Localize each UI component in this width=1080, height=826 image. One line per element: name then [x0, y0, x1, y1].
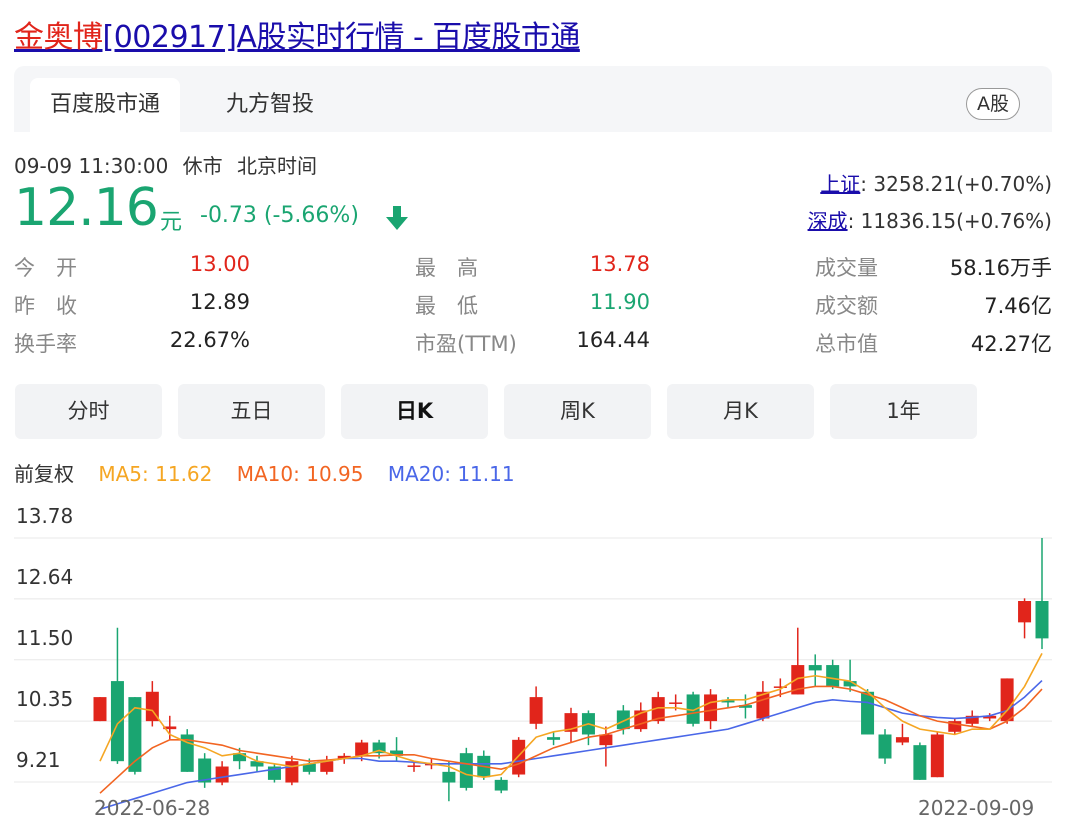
candle-body [547, 737, 561, 740]
candle-body [442, 771, 456, 783]
candle-body [320, 761, 334, 772]
ma20-line [99, 679, 1043, 810]
y-tick-label: 12.64 [16, 565, 74, 589]
candle-body [669, 702, 683, 704]
y-tick-label: 9.21 [16, 748, 61, 772]
candle-body [529, 697, 543, 724]
candle-body [826, 665, 840, 687]
candle-body [1018, 601, 1032, 623]
candle-body [878, 734, 892, 759]
candle-body [512, 739, 526, 775]
candle-body [861, 691, 875, 735]
y-tick-label: 11.50 [16, 626, 74, 650]
candle-body [704, 694, 718, 722]
y-tick-label: 13.78 [16, 504, 74, 528]
candle-body [913, 745, 927, 780]
y-tick-label: 10.35 [16, 687, 74, 711]
candle-body [215, 766, 229, 783]
candle-body [808, 665, 822, 671]
candle-body [285, 761, 299, 783]
candle-body [1035, 601, 1049, 639]
candle-body [930, 734, 944, 778]
candle-body [93, 697, 107, 722]
candlestick-chart[interactable] [0, 0, 1080, 826]
x-label-end: 2022-09-09 [918, 796, 1035, 820]
candle-body [459, 753, 473, 788]
x-label-start: 2022-06-28 [94, 796, 211, 820]
candle-body [599, 734, 613, 746]
candle-body [110, 681, 124, 762]
candle-body [494, 779, 508, 791]
candle-body [407, 765, 421, 767]
candle-body [895, 737, 909, 743]
